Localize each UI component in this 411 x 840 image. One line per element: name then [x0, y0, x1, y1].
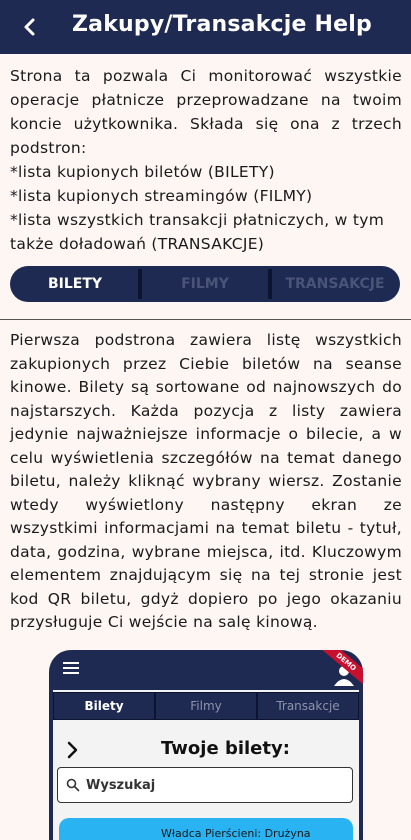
preview-header: Twoje bilety: — [63, 738, 353, 768]
preview-tab-bilety: Bilety — [53, 692, 155, 720]
intro-section: Strona ta pozwala Ci monitorować wszystk… — [10, 64, 402, 256]
app-preview-screenshot: DEMO Bilety Filmy Transakcje Twoje bilet… — [49, 650, 363, 840]
preview-tab-transakcje: Transakcje — [257, 692, 359, 720]
preview-tabs: Bilety Filmy Transakcje — [53, 692, 359, 720]
app-bar: Zakupy/Transakcje Help — [0, 0, 411, 54]
tab-filmy[interactable]: FILMY — [142, 266, 268, 302]
tab-bilety[interactable]: BILETY — [12, 266, 138, 302]
tab-transakcje[interactable]: TRANSAKCJE — [272, 266, 398, 302]
preview-ticket-title: Władca Pierścieni: Drużyna — [161, 827, 311, 840]
section-divider — [0, 319, 411, 320]
search-icon — [66, 778, 80, 792]
preview-tab-filmy: Filmy — [155, 692, 257, 720]
arrow-back-icon — [24, 18, 35, 36]
subpage-segmented-control: BILETY FILMY TRANSAKCJE — [10, 266, 400, 302]
menu-icon — [63, 662, 79, 677]
bilety-description: Pierwsza podstrona zawiera listę wszystk… — [10, 329, 402, 635]
page-title: Zakupy/Transakcje Help — [72, 12, 372, 37]
list-item: *lista kupionych streamingów (FILMY) — [10, 187, 313, 205]
list-item: *lista kupionych biletów (BILETY) — [10, 163, 275, 181]
chevron-right-icon — [67, 741, 78, 759]
back-button[interactable] — [14, 12, 44, 42]
preview-search-box — [57, 767, 353, 803]
bilety-paragraph: Pierwsza podstrona zawiera listę wszystk… — [10, 331, 402, 631]
preview-title: Twoje bilety: — [161, 738, 290, 759]
preview-search-input — [86, 777, 326, 793]
list-item: *lista wszystkich transakcji płatniczych… — [10, 211, 385, 253]
intro-paragraph: Strona ta pozwala Ci monitorować wszystk… — [10, 67, 402, 157]
preview-ticket-card: Władca Pierścieni: Drużyna — [59, 818, 353, 840]
